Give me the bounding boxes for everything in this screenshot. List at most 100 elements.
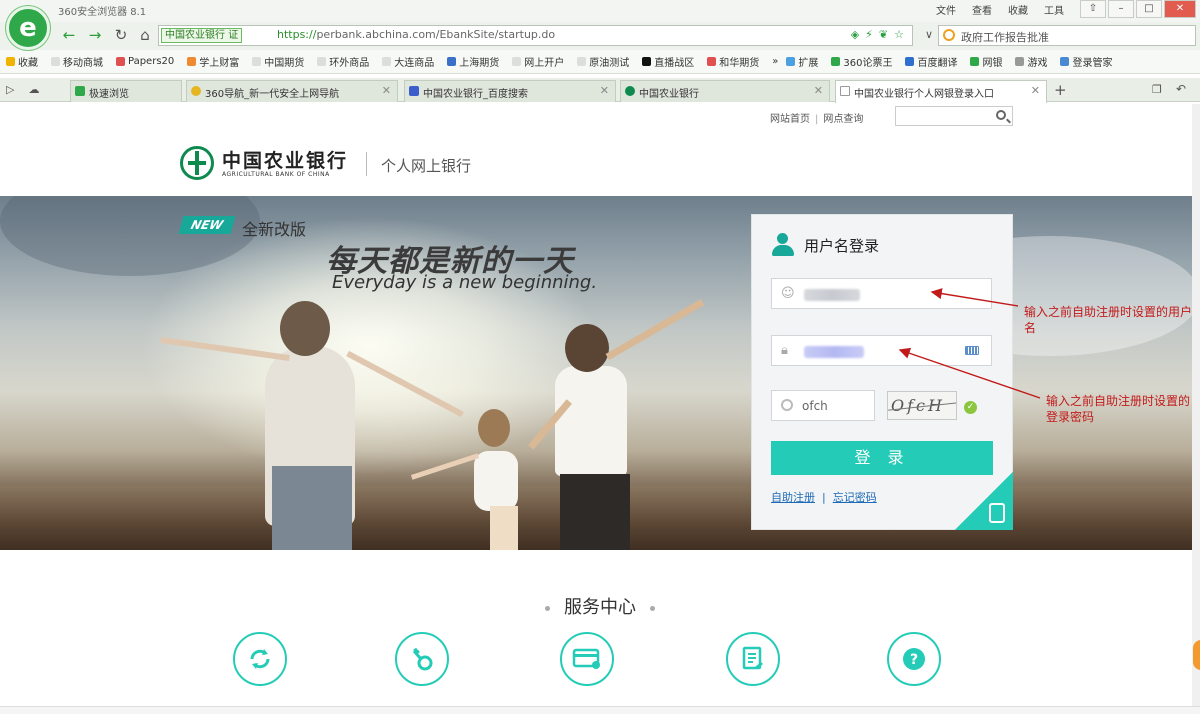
favorite-item[interactable]: 学上财富 [187, 54, 239, 69]
login-panel: 用户名登录 ☺ 🔒︎ ofch OfcH ✓ 登 录 自助注册 | 忘记密码 [751, 214, 1013, 530]
favorite-item[interactable]: 游戏 [1015, 54, 1047, 69]
minimize-button[interactable]: – [1108, 0, 1134, 18]
tab-360-nav[interactable]: 360导航_新一代安全上网导航 ✕ [186, 80, 398, 102]
favorite-item[interactable]: 移动商城 [51, 54, 103, 69]
restore-tabs-icon[interactable]: ❐ [1152, 83, 1162, 96]
favorite-item[interactable]: 扩展 [786, 54, 818, 69]
menu-view[interactable]: 查看 [972, 2, 992, 17]
menu-favorites[interactable]: 收藏 [1008, 2, 1028, 17]
father-arm [605, 298, 705, 361]
username-field[interactable]: ☺ [771, 278, 992, 309]
reload-icon[interactable]: ↻ [110, 25, 132, 45]
browser-logo-icon[interactable]: e [6, 6, 50, 50]
service-center-title: 服务中心 [0, 593, 1200, 619]
fav-label: 大连商品 [394, 58, 435, 69]
more-favorites-icon[interactable]: » [772, 56, 778, 67]
lock-icon: 🔒︎ [781, 343, 788, 358]
close-tab-icon[interactable]: ✕ [1031, 84, 1040, 97]
home-icon[interactable]: ⌂ [134, 25, 156, 45]
floating-side-widget[interactable] [1193, 640, 1200, 670]
menu-bar: 文件 查看 收藏 工具 帮助 [936, 2, 1100, 17]
fav-label: 游戏 [1027, 58, 1048, 69]
captcha-input[interactable]: ofch [771, 390, 875, 421]
leaf-icon[interactable]: ❦ [879, 28, 888, 41]
shield-icon[interactable]: ◈ [851, 28, 859, 41]
tab-abc-login[interactable]: 中国农业银行个人网银登录入口 ✕ [835, 80, 1047, 103]
search-input[interactable]: 政府工作报告批准 [938, 25, 1196, 46]
forward-icon[interactable]: → [84, 25, 106, 45]
fav-label: 网银 [982, 58, 1003, 69]
close-tab-icon[interactable]: ✕ [600, 84, 609, 97]
favorites-star-item[interactable]: 收藏 [6, 54, 38, 69]
username-masked-value [804, 289, 860, 301]
phone-icon [989, 503, 1005, 523]
tab-label: 中国农业银行_百度搜索 [423, 89, 528, 100]
favorite-item[interactable]: 登录管家 [1060, 54, 1112, 69]
tab-baidu-search[interactable]: 中国农业银行_百度搜索 ✕ [404, 80, 616, 102]
link-separator: | [815, 114, 819, 125]
tab-abc-home[interactable]: 中国农业银行 ✕ [620, 80, 830, 102]
mobile-banking-corner[interactable] [955, 472, 1013, 530]
favorite-item[interactable]: 网上开户 [512, 54, 564, 69]
help-glyph: ? [889, 634, 939, 684]
favorite-item[interactable]: 360论票王 [831, 54, 892, 69]
link-site-home[interactable]: 网站首页 [770, 114, 810, 125]
favorite-item[interactable]: 大连商品 [382, 54, 434, 69]
help-icon[interactable]: ? [887, 632, 941, 686]
person-icon: ☺ [781, 286, 795, 301]
favorite-item[interactable]: 环外商品 [317, 54, 369, 69]
close-tab-icon[interactable]: ✕ [382, 84, 391, 97]
self-register-link[interactable]: 自助注册 [771, 491, 815, 504]
window-controls: ⇧ – □ ✕ [1078, 0, 1196, 18]
fav-label: 百度翻译 [917, 58, 958, 69]
favorite-item[interactable]: 原油测试 [577, 54, 629, 69]
url-input[interactable]: 中国农业银行 证 https://perbank.abchina.com/Eba… [158, 25, 913, 46]
forgot-password-link[interactable]: 忘记密码 [833, 491, 877, 504]
favorite-item[interactable]: 中国期货 [252, 54, 304, 69]
chevron-down-icon[interactable]: ∨ [918, 25, 940, 45]
user-icon [770, 233, 796, 257]
favorite-item[interactable]: 上海期货 [447, 54, 499, 69]
page-scrollbar[interactable] [1192, 104, 1200, 714]
sidebar-toggle-icon[interactable]: ▷ [6, 83, 14, 96]
menu-file[interactable]: 文件 [936, 2, 956, 17]
favorite-item[interactable]: 直播战区 [642, 54, 694, 69]
key-icon[interactable] [395, 632, 449, 686]
lightning-icon[interactable]: ⚡ [865, 28, 873, 41]
site-identity-badge[interactable]: 中国农业银行 证 [161, 28, 243, 43]
search-icon[interactable] [996, 110, 1006, 120]
card-icon[interactable] [560, 632, 614, 686]
favorite-item[interactable]: 网银 [970, 54, 1002, 69]
login-button[interactable]: 登 录 [771, 441, 993, 475]
link-branch-search[interactable]: 网点查询 [823, 114, 863, 125]
password-field[interactable]: 🔒︎ [771, 335, 992, 366]
menu-tools[interactable]: 工具 [1044, 2, 1064, 17]
favorite-item[interactable]: 和华期货 [707, 54, 759, 69]
favorite-item[interactable]: Papers20 [116, 56, 174, 67]
tab-fast-browse[interactable]: 极速浏览 [70, 80, 182, 102]
close-tab-icon[interactable]: ✕ [814, 84, 823, 97]
hero-banner: NEW 全新改版 每天都是新的一天 Everyday is a new begi… [0, 196, 1200, 550]
abc-icon [625, 86, 635, 96]
cloud-icon[interactable]: ☁ [28, 83, 39, 96]
maximize-button[interactable]: □ [1136, 0, 1162, 18]
child-head [478, 409, 510, 447]
captcha-image[interactable]: OfcH [887, 391, 957, 420]
site-search-input[interactable] [895, 106, 1013, 126]
refresh-icon[interactable] [233, 632, 287, 686]
close-window-button[interactable]: ✕ [1164, 0, 1196, 18]
undo-close-icon[interactable]: ↶ [1176, 82, 1186, 96]
keyboard-icon[interactable] [965, 346, 979, 355]
favorite-item[interactable]: 百度翻译 [905, 54, 957, 69]
pin-button[interactable]: ⇧ [1080, 0, 1106, 18]
abc-logo-icon[interactable] [180, 146, 214, 180]
star-icon[interactable]: ☆ [894, 28, 904, 41]
document-icon[interactable] [726, 632, 780, 686]
new-tab-button[interactable]: + [1054, 81, 1067, 99]
title-dot [650, 605, 655, 611]
url-action-icons: ◈ ⚡ ❦ ☆ [851, 28, 904, 41]
fav-label: Papers20 [128, 56, 175, 67]
fav-label: 网上开户 [524, 58, 565, 69]
back-icon[interactable]: ← [58, 25, 80, 45]
window-titlebar: 360安全浏览器 8.1 文件 查看 收藏 工具 帮助 ⇧ – □ ✕ [0, 0, 1200, 22]
